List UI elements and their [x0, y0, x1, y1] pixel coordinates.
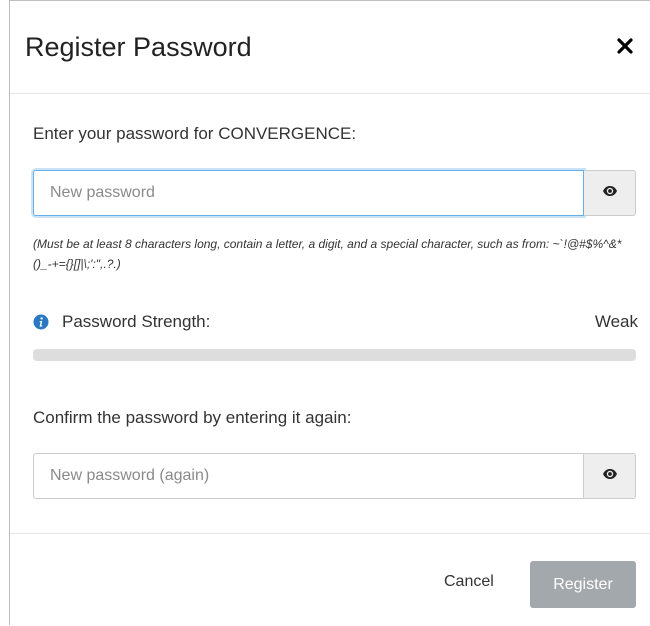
eye-icon — [602, 467, 618, 485]
password-strength-meter — [33, 349, 636, 361]
dialog-header: Register Password — [10, 1, 650, 94]
password-prompt: Enter your password for CONVERGENCE: — [33, 124, 357, 143]
new-password-input[interactable] — [33, 170, 584, 216]
eye-icon — [602, 184, 618, 202]
password-strength-row: Password Strength: Weak — [33, 312, 638, 334]
dialog-footer: Cancel Register — [10, 533, 650, 626]
password-strength-value: Weak — [594, 312, 638, 331]
register-button[interactable]: Register — [530, 561, 636, 608]
confirm-password-input-group — [33, 453, 636, 499]
confirm-password-prompt: Confirm the password by entering it agai… — [33, 408, 352, 427]
info-icon[interactable] — [33, 314, 49, 330]
password-requirements-hint: (Must be at least 8 characters long, con… — [33, 237, 622, 271]
password-input-group — [33, 170, 636, 216]
close-icon[interactable] — [613, 34, 637, 58]
register-password-dialog: Register Password Enter your password fo… — [9, 0, 650, 625]
show-confirm-password-button[interactable] — [584, 453, 636, 499]
confirm-password-input[interactable] — [33, 453, 584, 499]
show-password-button[interactable] — [584, 170, 636, 216]
dialog-title: Register Password — [25, 32, 252, 62]
password-strength-label: Password Strength: — [62, 312, 211, 331]
cancel-button[interactable]: Cancel — [444, 573, 494, 591]
